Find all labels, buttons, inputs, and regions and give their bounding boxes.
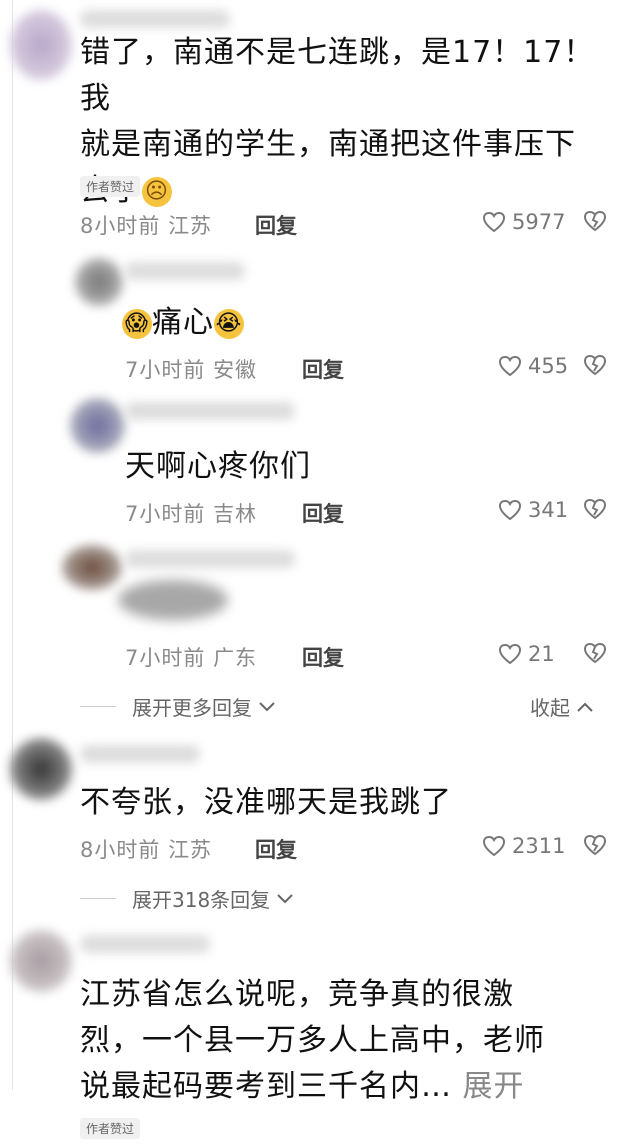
username-blur[interactable] <box>125 402 295 420</box>
reply-button[interactable]: 回复 <box>302 498 344 528</box>
broken-heart-icon[interactable] <box>583 834 607 856</box>
username-blur[interactable] <box>125 550 295 568</box>
avatar[interactable] <box>62 545 122 590</box>
reply-button[interactable]: 回复 <box>255 834 297 864</box>
username-blur[interactable] <box>80 935 210 953</box>
username-blur[interactable] <box>80 10 230 28</box>
heart-icon <box>498 355 522 377</box>
comment-text: 😱 痛心😭 <box>122 300 244 346</box>
comment-text: 错了，南通不是七连跳，是17！17！我 就是南通的学生，南通把这件事压下 去了☹ <box>80 30 615 214</box>
broken-heart-icon[interactable] <box>583 210 607 232</box>
avatar[interactable] <box>10 738 72 800</box>
author-liked-tag: 作者赞过 <box>80 176 141 197</box>
comment-text: 江苏省怎么说呢，竞争真的很激 烈，一个县一万多人上高中，老师 说最起码要考到三千… <box>80 977 545 1104</box>
comment-text: 天啊心疼你们 <box>125 449 311 484</box>
avatar[interactable] <box>70 398 125 453</box>
divider <box>80 706 116 707</box>
author-liked-tag: 作者赞过 <box>80 1118 141 1139</box>
reply-button[interactable]: 回复 <box>302 642 344 672</box>
expand-text-link[interactable]: 展开 <box>463 1069 525 1104</box>
comment-meta: 7小时前 吉林 <box>125 502 258 526</box>
expand-318-replies[interactable]: 展开318条回复 <box>80 884 294 913</box>
broken-heart-icon[interactable] <box>583 498 607 520</box>
frown-emoji: ☹ <box>142 176 172 207</box>
left-divider <box>12 0 13 1090</box>
avatar[interactable] <box>10 930 72 992</box>
like-button[interactable]: 455 <box>498 354 568 378</box>
heart-icon <box>498 499 522 521</box>
collapse-replies[interactable]: 收起 <box>530 692 594 721</box>
chevron-down-icon <box>277 893 293 903</box>
avatar[interactable] <box>75 258 123 306</box>
expand-more-replies[interactable]: 展开更多回复 <box>80 692 276 721</box>
reply-button[interactable]: 回复 <box>255 210 297 240</box>
like-button[interactable]: 2311 <box>482 834 565 858</box>
like-button[interactable]: 21 <box>498 642 555 666</box>
chevron-up-icon <box>577 702 593 712</box>
blurred-content <box>118 580 228 620</box>
avatar[interactable] <box>10 10 72 80</box>
broken-heart-icon[interactable] <box>583 354 607 376</box>
crying-emoji: 😭 <box>214 308 244 339</box>
comment-meta: 7小时前 广东 <box>125 646 258 670</box>
chevron-down-icon <box>259 701 275 711</box>
broken-heart-icon[interactable] <box>583 642 607 664</box>
like-button[interactable]: 341 <box>498 498 568 522</box>
like-button[interactable]: 5977 <box>482 210 565 234</box>
reply-button[interactable]: 回复 <box>302 354 344 384</box>
scream-emoji: 😱 <box>122 308 152 339</box>
heart-icon <box>482 211 506 233</box>
comment-meta: 7小时前 安徽 <box>125 358 258 382</box>
heart-icon <box>482 835 506 857</box>
comment-text: 不夸张，没准哪天是我跳了 <box>80 785 452 820</box>
comment-meta: 8小时前 江苏 <box>80 838 213 862</box>
heart-icon <box>498 643 522 665</box>
divider <box>80 898 116 899</box>
comment-meta: 8小时前 江苏 <box>80 214 213 238</box>
username-blur[interactable] <box>80 745 200 763</box>
username-blur[interactable] <box>125 262 245 280</box>
